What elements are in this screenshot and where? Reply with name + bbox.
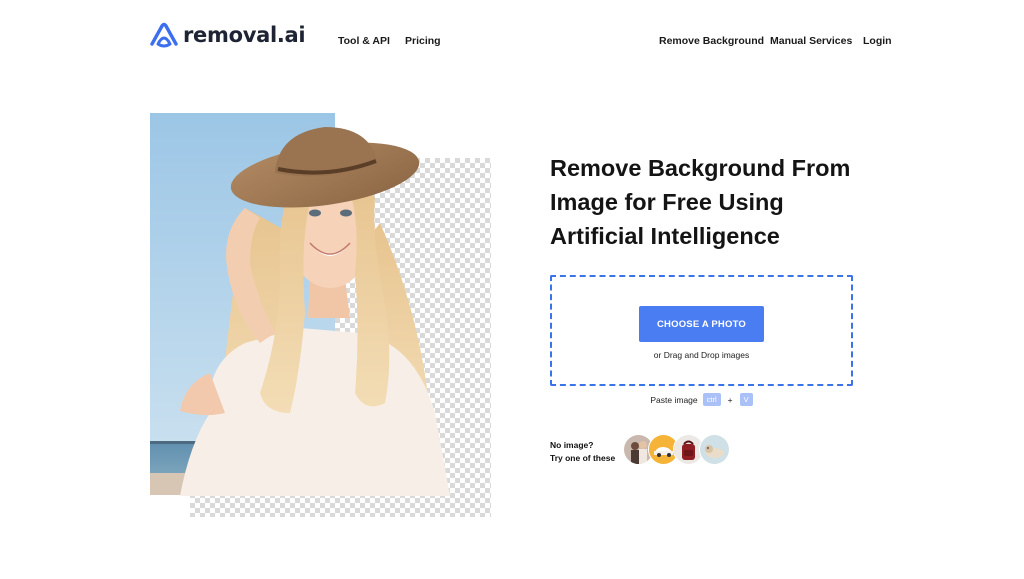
removal-ai-logo-icon — [149, 22, 179, 48]
nav-remove-background[interactable]: Remove Background — [659, 35, 764, 47]
nav-tool-api[interactable]: Tool & API — [338, 35, 390, 47]
hero-image — [150, 113, 450, 496]
samples-label-line-1: No image? — [550, 440, 594, 450]
samples-label-line-2: Try one of these — [550, 452, 616, 463]
page: removal.ai Tool & API Pricing Remove Bac… — [0, 0, 1024, 579]
nav-pricing[interactable]: Pricing — [405, 35, 441, 47]
choose-photo-button[interactable]: CHOOSE A PHOTO — [639, 306, 764, 342]
samples-label: No image? Try one of these — [550, 439, 615, 464]
plus-sign: + — [727, 394, 733, 405]
paste-hint: Paste image ctrl + V — [550, 393, 853, 406]
v-key-badge: V — [739, 393, 753, 406]
headline-line-3: Artificial Intelligence — [550, 223, 780, 249]
drag-drop-hint: or Drag and Drop images — [653, 350, 750, 360]
sample-dog[interactable] — [699, 434, 730, 465]
paste-label: Paste image — [650, 394, 698, 405]
ctrl-key-badge: ctrl — [702, 393, 721, 406]
logo-text: removal.ai — [183, 23, 306, 47]
logo[interactable]: removal.ai — [149, 22, 306, 48]
nav-login[interactable]: Login — [863, 35, 892, 47]
headline-line-1: Remove Background From — [550, 155, 851, 181]
headline-line-2: Image for Free Using — [550, 189, 784, 215]
nav-manual-services[interactable]: Manual Services — [770, 35, 852, 47]
hero-headline: Remove Background From Image for Free Us… — [550, 151, 870, 253]
